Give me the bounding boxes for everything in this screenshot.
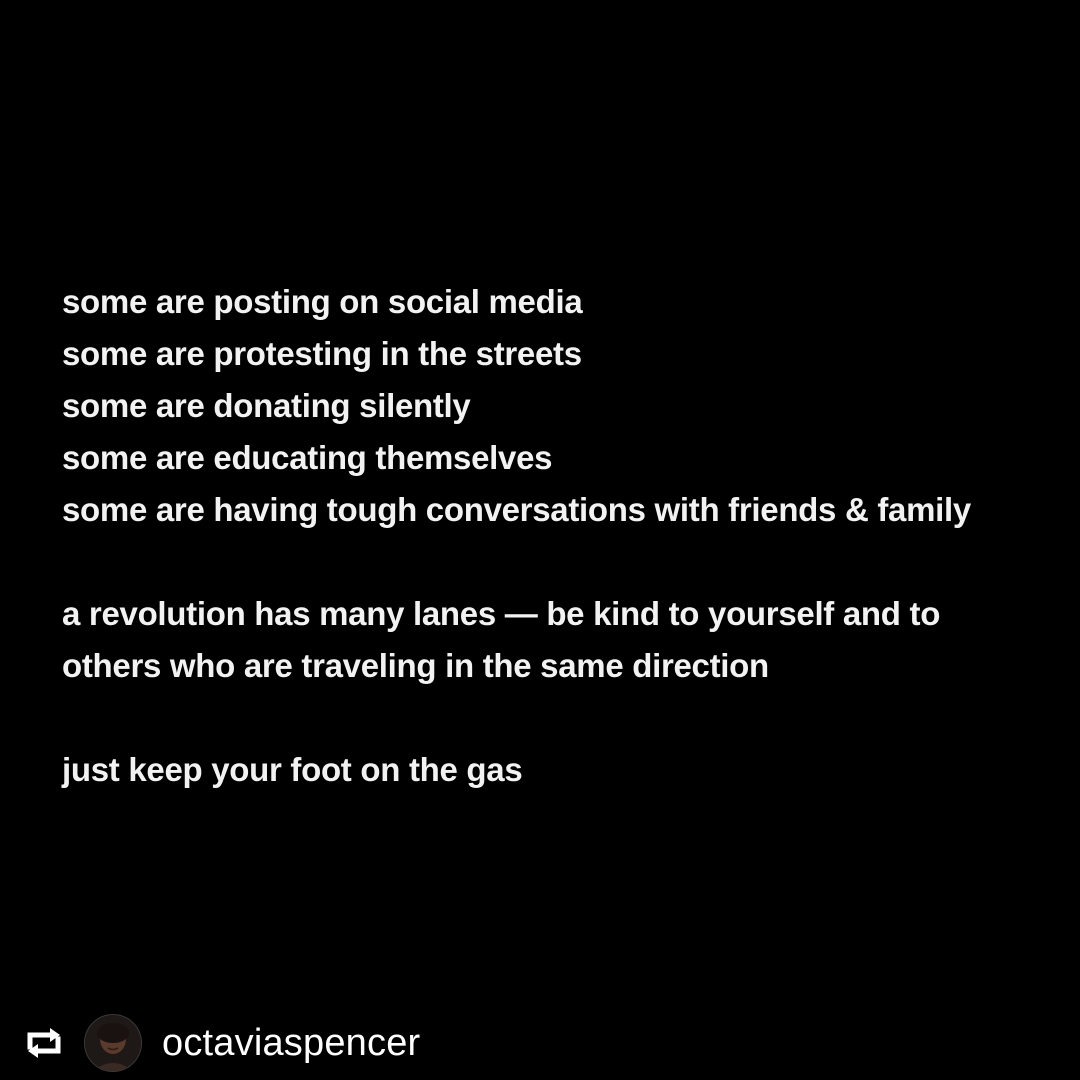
user-avatar[interactable] (84, 1014, 142, 1072)
quote-line: some are protesting in the streets (62, 335, 582, 372)
quote-line: some are donating silently (62, 387, 471, 424)
stanza-gap (62, 692, 1072, 744)
quote-line: others who are traveling in the same dir… (62, 647, 769, 684)
quote-line: some are posting on social media (62, 283, 583, 320)
stanza-gap (62, 536, 1072, 588)
quote-text: some are posting on social media some ar… (62, 276, 1072, 796)
quote-line: a revolution has many lanes — be kind to… (62, 595, 941, 632)
post-image: some are posting on social media some ar… (0, 0, 1080, 1080)
quote-line: some are educating themselves (62, 439, 553, 476)
quote-line: some are having tough conversations with… (62, 491, 971, 528)
quote-line: just keep your foot on the gas (62, 751, 523, 788)
repost-attribution: octaviaspencer (22, 1012, 420, 1074)
repost-icon (22, 1025, 66, 1061)
username[interactable]: octaviaspencer (162, 1022, 420, 1065)
